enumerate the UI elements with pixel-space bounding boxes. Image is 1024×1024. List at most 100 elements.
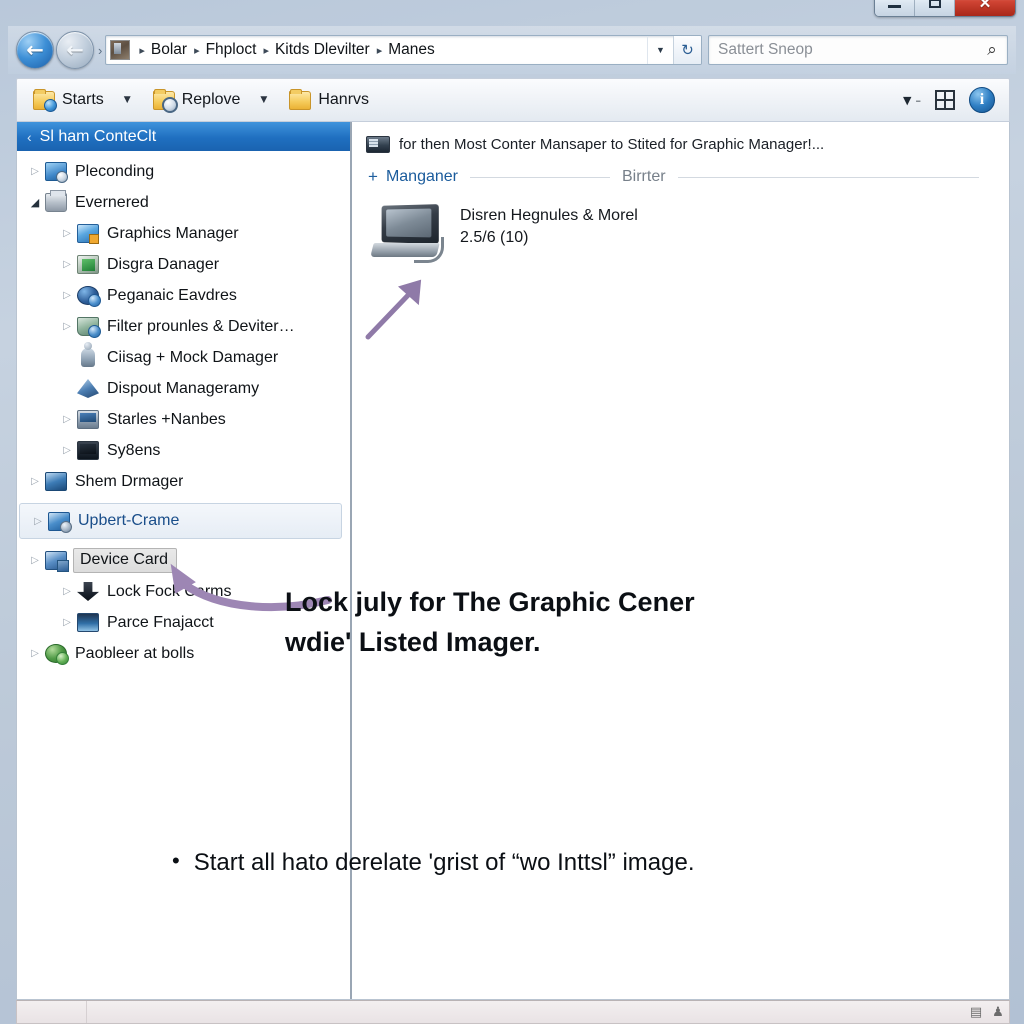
- tree-label: Filter prounles & Deviter…: [107, 317, 295, 335]
- view-dash-icon: –: [915, 93, 922, 107]
- tree-item-upbert-crame[interactable]: ▷ Upbert-Crame: [19, 503, 342, 539]
- command-toolbar: Starts ▼ Replove ▼ Hanrvs ▼ – i: [16, 78, 1010, 122]
- close-button[interactable]: ✕: [955, 0, 1015, 16]
- tree-item-sy8ens[interactable]: ▷ Sy8ens: [17, 435, 350, 466]
- tree-item-starles-nanbes[interactable]: ▷ Starles +Nanbes: [17, 404, 350, 435]
- green-card-icon: [77, 255, 99, 274]
- network-icon: [45, 162, 68, 183]
- toolbar-button-organize[interactable]: Starts: [27, 83, 110, 117]
- panel-icon[interactable]: ▤: [965, 1005, 987, 1020]
- person-icon[interactable]: ♟: [987, 1005, 1009, 1020]
- twisty-icon[interactable]: ▷: [57, 586, 77, 597]
- status-bar-left-cell: [17, 1001, 87, 1023]
- twisty-icon[interactable]: ▷: [57, 321, 77, 332]
- monitor-icon: [77, 441, 99, 460]
- printer-icon: [45, 190, 67, 212]
- breadcrumb-item-2[interactable]: Kitds Dlevilter: [273, 41, 372, 59]
- view-options-button[interactable]: ▼ –: [903, 94, 921, 107]
- address-history-dropdown[interactable]: ▼: [647, 36, 673, 64]
- breadcrumb-item-1[interactable]: Fhploct: [204, 41, 259, 59]
- maximize-button[interactable]: [915, 0, 955, 16]
- forward-button[interactable]: ←: [56, 31, 94, 69]
- globe-icon: [77, 286, 101, 307]
- tree-label: Dispout Manageramy: [107, 379, 260, 397]
- tree-item-evernered[interactable]: ◢ Evernered: [17, 187, 350, 218]
- twisty-icon[interactable]: ▷: [57, 414, 77, 425]
- twisty-icon[interactable]: ▷: [57, 228, 77, 239]
- tree-label: Upbert-Crame: [78, 512, 180, 529]
- twisty-icon[interactable]: ▷: [25, 166, 45, 177]
- breadcrumb-separator-1: ▸: [194, 44, 200, 57]
- minimize-icon: [888, 5, 901, 8]
- annotation-headline-line-2: wdie' Listed Imager.: [285, 626, 541, 657]
- twisty-icon[interactable]: ▷: [25, 476, 45, 487]
- tree-label: Parce Fnajacct: [107, 613, 214, 631]
- picture-icon: [77, 613, 99, 632]
- tree-item-graphics-manager[interactable]: ▷ Graphics Manager: [17, 218, 350, 249]
- twisty-icon[interactable]: ▷: [28, 516, 48, 527]
- annotation-bullet: • Start all hato derelate 'grist of “wo …: [172, 847, 952, 878]
- search-icon: ⌕: [987, 40, 997, 60]
- close-icon: ✕: [978, 0, 992, 12]
- annotation-headline-line-1: Lock july for The Graphic Cener: [285, 587, 695, 617]
- device-text-block: Disren Hegnules & Morel 2.5/6 (10): [460, 203, 638, 247]
- minimize-button[interactable]: [875, 0, 915, 16]
- tree-item-pleconding[interactable]: ▷ Pleconding: [17, 156, 350, 187]
- navigation-pane-header[interactable]: ‹ Sl ham ConteClt: [17, 122, 350, 151]
- folder-blue-badge-icon: [152, 88, 178, 113]
- twisty-icon[interactable]: ▷: [25, 555, 45, 566]
- tree-item-shem-drmager[interactable]: ▷ Shem Drmager: [17, 466, 350, 497]
- tree-item-device-card[interactable]: ▷ Device Card: [17, 545, 350, 576]
- twisty-icon[interactable]: ▷: [57, 445, 77, 456]
- group-title: Manganer: [385, 168, 458, 185]
- twisty-icon[interactable]: ▷: [57, 259, 77, 270]
- recent-pages-chevron-icon[interactable]: ›: [98, 43, 102, 58]
- computer-icon: [370, 203, 450, 269]
- search-input[interactable]: [709, 41, 977, 59]
- tree-item-ciisag-mock-damager[interactable]: Ciisag + Mock Damager: [17, 342, 350, 373]
- twisty-expanded-icon[interactable]: ◢: [25, 196, 45, 209]
- twisty-icon[interactable]: ▷: [57, 617, 77, 628]
- toolbar-caret-1[interactable]: ▼: [246, 95, 283, 105]
- chevron-down-icon: ▼: [656, 45, 665, 55]
- tree-item-disgra-danager[interactable]: ▷ Disgra Danager: [17, 249, 350, 280]
- twisty-icon[interactable]: ▷: [57, 290, 77, 301]
- toolbar-button-hanrvs[interactable]: Hanrvs: [283, 83, 375, 117]
- grid-view-icon[interactable]: [935, 90, 955, 110]
- device-detail: 2.5/6 (10): [460, 229, 529, 246]
- tree-label: Sy8ens: [107, 441, 161, 459]
- folder-badge-icon: [33, 88, 57, 112]
- tree-item-dispout-manageramy[interactable]: Dispout Manageramy: [17, 373, 350, 404]
- tree-label: Peganaic Eavdres: [107, 286, 237, 304]
- chevron-left-icon: ‹: [27, 128, 32, 145]
- display-icon: [77, 379, 99, 398]
- breadcrumb-item-0[interactable]: Bolar: [149, 41, 189, 59]
- tree-label: Lock Fock Carms: [107, 582, 232, 600]
- notice-bar[interactable]: for then Most Conter Mansaper to Stited …: [352, 122, 1009, 153]
- tree-label: Pleconding: [75, 162, 155, 180]
- tree-label: Disgra Danager: [107, 255, 220, 273]
- breadcrumb-separator-3: ▸: [376, 44, 383, 57]
- twisty-icon[interactable]: ▷: [25, 648, 45, 659]
- tree-item-filter-prounles[interactable]: ▷ Filter prounles & Deviter…: [17, 311, 350, 342]
- toolbar-right-group: ▼ – i: [903, 87, 999, 113]
- graphics-icon: [77, 224, 99, 244]
- group-divider: [677, 176, 979, 178]
- expand-plus-icon[interactable]: +: [368, 167, 378, 187]
- address-bar[interactable]: ▸ Bolar ▸ Fhploct ▸ Kitds Dlevilter ▸ Ma…: [105, 35, 702, 65]
- group-title-secondary: Birrter: [621, 168, 666, 185]
- refresh-button[interactable]: ↻: [673, 36, 701, 64]
- tree-item-peganaic-eavdres[interactable]: ▷ Peganaic Eavdres: [17, 280, 350, 311]
- back-button[interactable]: ←: [16, 31, 54, 69]
- breadcrumb-item-3[interactable]: Manes: [386, 41, 437, 59]
- search-box[interactable]: ⌕: [708, 35, 1008, 65]
- device-list-item[interactable]: Disren Hegnules & Morel 2.5/6 (10): [352, 187, 1009, 269]
- info-icon[interactable]: i: [969, 87, 995, 113]
- toolbar-button-replove[interactable]: Replove: [147, 83, 247, 117]
- download-icon: [77, 582, 99, 601]
- toolbar-label-0: Starts: [62, 91, 104, 108]
- breadcrumb-separator-0: ▸: [139, 44, 145, 57]
- tree-label: Device Card: [73, 548, 178, 573]
- group-header-manganer[interactable]: + Manganer Birrter: [352, 153, 1009, 187]
- toolbar-caret-0[interactable]: ▼: [110, 95, 147, 105]
